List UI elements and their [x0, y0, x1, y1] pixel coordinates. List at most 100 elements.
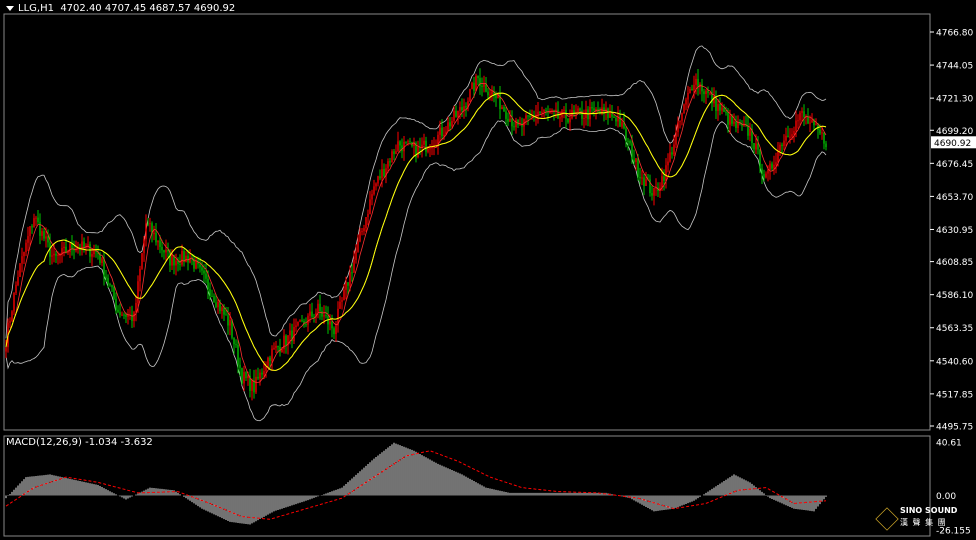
bollinger-lower-line [5, 120, 827, 422]
candle-body [211, 296, 213, 298]
candle-body [727, 112, 729, 125]
candle-body [171, 254, 173, 266]
candle-body [285, 335, 287, 346]
candle-body [309, 311, 311, 316]
price-tick-label: 4699.20 [936, 127, 973, 137]
candle-body [679, 120, 681, 122]
candle-body [165, 249, 167, 253]
candle-body [23, 252, 25, 257]
candle-body [669, 152, 671, 162]
candle-body [703, 91, 705, 95]
candle-body [257, 376, 259, 379]
candle-body [695, 78, 697, 85]
candle-body [29, 226, 31, 237]
candle-body [217, 301, 219, 308]
candle-body [331, 321, 333, 329]
price-tick-label: 4630.95 [936, 226, 973, 236]
candle-body [351, 272, 353, 274]
candle-body [503, 107, 505, 112]
candle-body [37, 217, 39, 223]
candle-body [801, 111, 803, 113]
candle-body [235, 344, 237, 346]
candle-body [281, 349, 283, 353]
candle-body [47, 236, 49, 243]
candle-body [255, 376, 257, 393]
candle-body [639, 177, 641, 179]
candle-body [807, 116, 809, 124]
candle-body [213, 296, 215, 303]
macd-values: -1.034 -3.632 [85, 437, 153, 448]
candle-body [809, 122, 811, 124]
candle-body [297, 321, 299, 326]
candle-body [375, 183, 377, 187]
candle-body [271, 348, 273, 361]
candle-body [251, 380, 253, 391]
candle-body [153, 232, 155, 235]
candle-body [579, 108, 581, 111]
price-tick-label: 4653.70 [936, 193, 973, 203]
candle-body [373, 186, 375, 195]
candle-body [815, 124, 817, 126]
candle-body [471, 82, 473, 90]
candle-body [181, 250, 183, 265]
candle-body [775, 162, 777, 165]
candle-body [673, 144, 675, 155]
candle-body [543, 110, 545, 112]
candle-body [101, 258, 103, 263]
candle-body [305, 324, 307, 326]
candle-body [141, 253, 143, 269]
candle-body [771, 163, 773, 169]
candle-body [317, 303, 319, 313]
candle-body [187, 255, 189, 263]
candle-body [455, 110, 457, 117]
candle-body [269, 357, 271, 361]
candle-body [121, 314, 123, 316]
candle-body [343, 289, 345, 301]
candle-body [773, 164, 775, 169]
candle-body [369, 199, 371, 214]
candle-body [425, 140, 427, 152]
candle-body [391, 151, 393, 163]
bollinger-upper-line [5, 45, 827, 339]
candle-body [753, 143, 755, 150]
candle-body [463, 106, 465, 111]
price-tick-label: 4766.80 [936, 29, 973, 39]
candle-body [111, 285, 113, 288]
chevron-down-icon[interactable] [6, 5, 14, 11]
candle-body [821, 132, 823, 134]
candle-body [795, 120, 797, 131]
candle-body [273, 347, 275, 349]
candle-body [371, 194, 373, 200]
candle-body [571, 110, 573, 119]
candle-body [307, 315, 309, 325]
candle-body [473, 82, 475, 91]
candle-body [509, 118, 511, 122]
candle-body [289, 330, 291, 336]
candle-body [505, 111, 507, 119]
candle-body [359, 231, 361, 242]
candle-body [91, 254, 93, 257]
candle-body [487, 91, 489, 96]
candle-body [627, 140, 629, 142]
candle-body [395, 151, 397, 154]
candle-body [769, 163, 771, 170]
candle-body [637, 158, 639, 178]
candle-body [625, 128, 627, 141]
candle-body [243, 372, 245, 384]
candle-body [355, 251, 357, 260]
logo-text-cn: 漢 聲 集 團 [900, 518, 947, 527]
candle-body [609, 112, 611, 118]
candle-body [529, 116, 531, 118]
candle-body [35, 217, 37, 219]
candle-body [353, 259, 355, 273]
candle-body [457, 110, 459, 117]
candle-body [115, 298, 117, 310]
candle-body [117, 309, 119, 313]
candle-body [215, 302, 217, 308]
candle-body [149, 223, 151, 225]
candle-body [399, 141, 401, 146]
candle-body [697, 78, 699, 87]
candle-body [759, 149, 761, 169]
candle-body [295, 325, 297, 328]
candle-body [229, 319, 231, 326]
